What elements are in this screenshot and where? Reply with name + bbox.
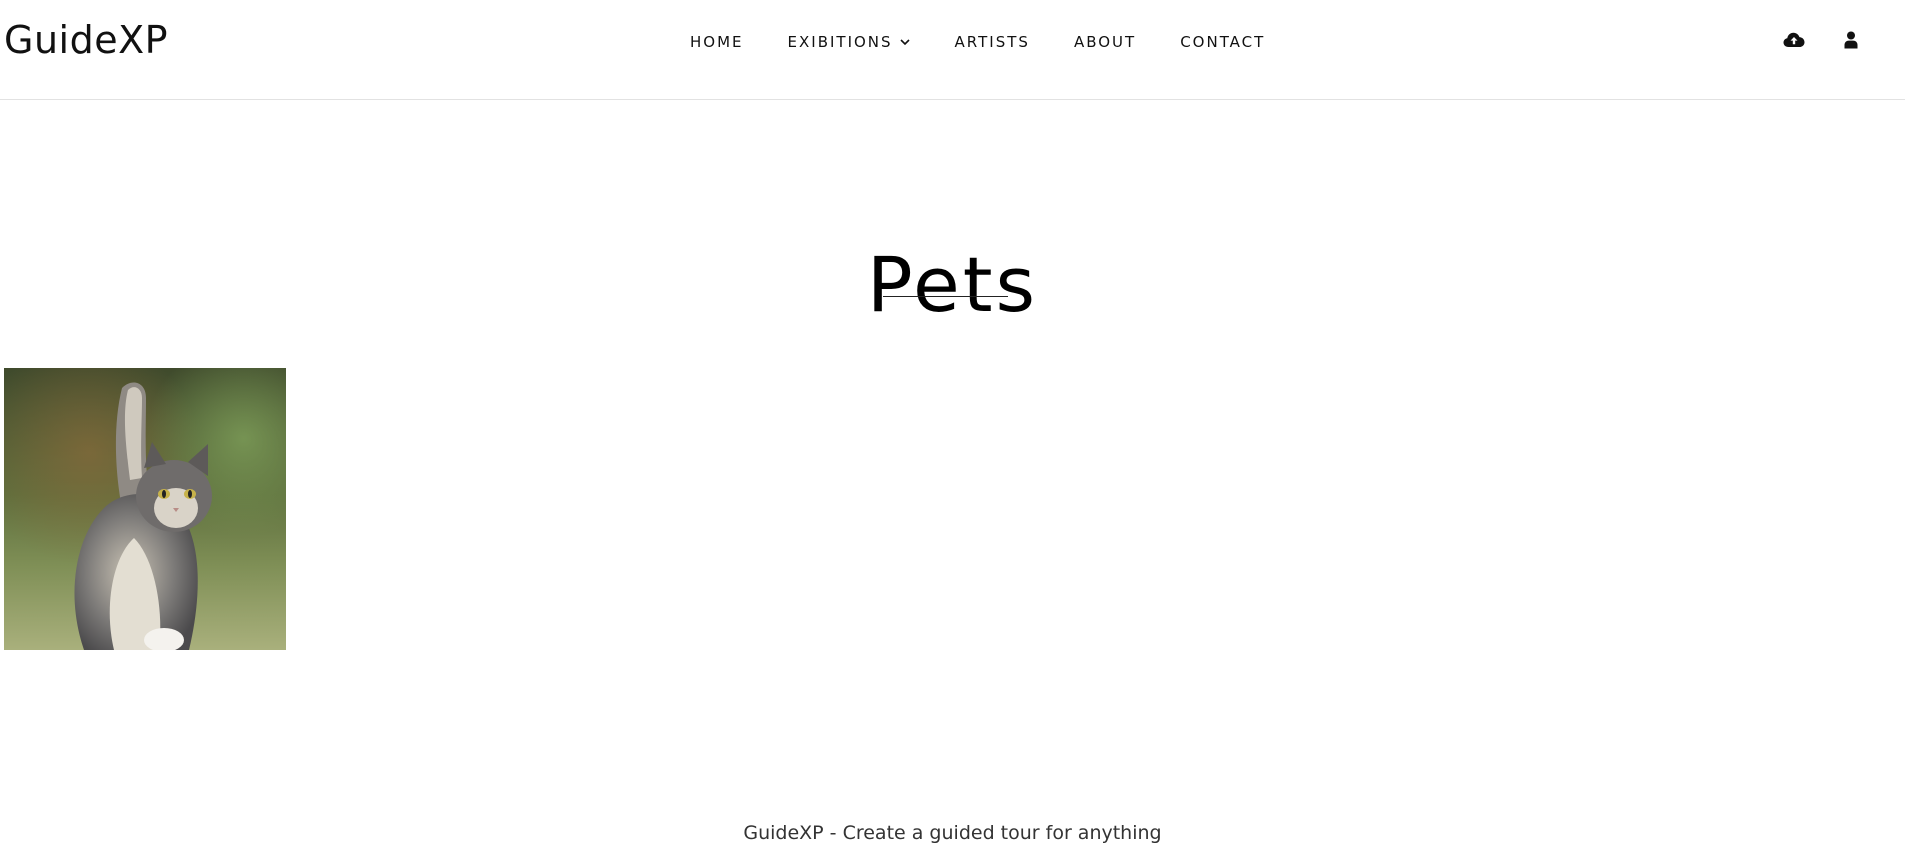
site-header: GuideXP HOME EXIBITIONS ARTISTS ABOUT CO… [0,0,1905,100]
cloud-upload-icon [1783,32,1805,47]
upload-button[interactable] [1782,28,1806,52]
nav-artists[interactable]: ARTISTS [955,33,1030,51]
title-divider [883,296,1008,297]
gallery-item-photo[interactable] [4,368,286,650]
footer-tagline: GuideXP - Create a guided tour for anyth… [743,822,1162,844]
nav-home[interactable]: HOME [690,33,744,51]
user-icon [1844,31,1858,49]
chevron-down-icon [899,39,910,46]
main-nav: HOME EXIBITIONS ARTISTS ABOUT CONTACT [690,32,1265,52]
nav-contact[interactable]: CONTACT [1180,33,1265,51]
nav-contact-label: CONTACT [1180,33,1266,51]
nav-exibitions[interactable]: EXIBITIONS [788,33,911,51]
nav-home-label: HOME [690,33,744,51]
nav-artists-label: ARTISTS [954,33,1030,51]
nav-exibitions-label: EXIBITIONS [787,33,893,51]
nav-about[interactable]: ABOUT [1074,33,1136,51]
page-title: Pets [866,239,1039,329]
account-button[interactable] [1839,28,1863,52]
site-logo[interactable]: GuideXP [4,18,168,62]
nav-about-label: ABOUT [1073,33,1137,51]
kitten-photo [4,368,286,650]
header-actions [1749,28,1863,52]
